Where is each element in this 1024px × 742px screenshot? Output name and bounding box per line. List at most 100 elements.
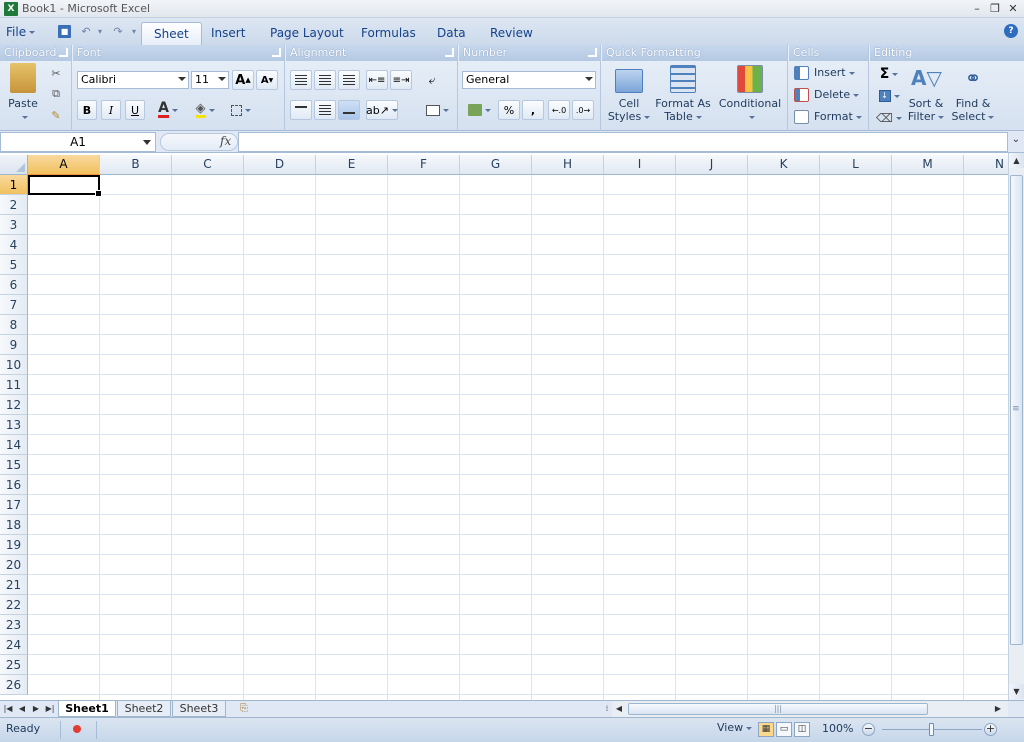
decrease-indent-button[interactable]: ⇤≡ — [366, 70, 388, 90]
active-cell[interactable] — [28, 175, 102, 197]
worksheet-grid[interactable]: ABCDEFGHIJKLMN 1 2 3 4 5 6 7 8 9 10 11 12 13 14 15 16 17… — [0, 155, 1008, 700]
align-top-button[interactable] — [290, 100, 312, 120]
tab-review[interactable]: Review — [478, 22, 545, 45]
font-name-select[interactable]: Calibri — [77, 71, 189, 89]
dialog-launcher-icon[interactable] — [272, 48, 281, 57]
increase-decimal-button[interactable]: ←.0 — [548, 100, 570, 120]
dialog-launcher-icon[interactable] — [59, 48, 68, 57]
column-header[interactable]: L — [820, 155, 892, 175]
row-header[interactable]: 16 — [0, 475, 28, 495]
sheet-tab-sheet2[interactable]: Sheet2 — [117, 701, 171, 717]
scroll-left-icon[interactable]: ◀ — [613, 702, 625, 716]
shrink-font-icon[interactable]: A ▼ — [256, 70, 278, 90]
format-cells-button[interactable]: Format — [792, 107, 862, 127]
align-bottom-button[interactable] — [338, 100, 360, 120]
clear-button[interactable]: ⌫ — [874, 108, 904, 128]
redo-icon[interactable]: ↷ — [110, 24, 126, 40]
conditional-formatting-button[interactable]: Conditional — [715, 63, 785, 123]
row-header[interactable]: 15 — [0, 455, 28, 475]
next-sheet-icon[interactable]: ▶ — [30, 702, 42, 716]
row-header[interactable]: 21 — [0, 575, 28, 595]
close-button[interactable]: ✕ — [1004, 1, 1022, 16]
restore-button[interactable]: ❐ — [986, 1, 1004, 16]
bold-button[interactable]: B — [77, 100, 97, 120]
column-header[interactable]: M — [892, 155, 964, 175]
excel-icon[interactable]: X — [4, 2, 18, 16]
zoom-out-icon[interactable]: − — [862, 723, 875, 736]
row-header[interactable]: 5 — [0, 255, 28, 275]
row-header[interactable]: 4 — [0, 235, 28, 255]
column-header[interactable]: N — [964, 155, 1008, 175]
borders-button[interactable] — [225, 100, 257, 120]
normal-view-icon[interactable]: ▦ — [758, 722, 774, 737]
dialog-launcher-icon[interactable] — [445, 48, 454, 57]
tab-sheet[interactable]: Sheet — [141, 22, 202, 45]
row-header[interactable]: 25 — [0, 655, 28, 675]
column-header[interactable]: G — [460, 155, 532, 175]
find-select-button[interactable]: ⚭ Find & Select — [950, 63, 996, 123]
save-icon[interactable]: ■ — [58, 25, 71, 38]
row-header[interactable]: 9 — [0, 335, 28, 355]
page-layout-view-icon[interactable]: ▭ — [776, 722, 792, 737]
merge-cells-button[interactable] — [422, 100, 452, 120]
cell-styles-button[interactable]: Cell Styles — [606, 63, 652, 123]
align-center-button[interactable] — [314, 70, 336, 90]
tab-insert[interactable]: Insert — [199, 22, 257, 45]
sort-filter-button[interactable]: A▽ Sort & Filter — [906, 63, 946, 123]
row-header[interactable]: 10 — [0, 355, 28, 375]
scroll-down-icon[interactable]: ▼ — [1009, 684, 1024, 699]
scroll-right-icon[interactable]: ▶ — [992, 702, 1004, 716]
column-header[interactable]: F — [388, 155, 460, 175]
row-header[interactable]: 22 — [0, 595, 28, 615]
row-header[interactable]: 6 — [0, 275, 28, 295]
tab-page-layout[interactable]: Page Layout — [258, 22, 356, 45]
zoom-slider-thumb[interactable] — [929, 723, 934, 736]
insert-cells-button[interactable]: Insert — [792, 63, 855, 83]
fill-color-button[interactable]: ◈ — [188, 100, 222, 120]
column-header[interactable]: I — [604, 155, 676, 175]
scroll-up-icon[interactable]: ▲ — [1009, 153, 1024, 168]
percent-button[interactable]: % — [498, 100, 520, 120]
decrease-decimal-button[interactable]: .0→ — [572, 100, 594, 120]
sheet-tab-sheet1[interactable]: Sheet1 — [58, 701, 116, 717]
row-header[interactable]: 18 — [0, 515, 28, 535]
row-header[interactable]: 7 — [0, 295, 28, 315]
row-header[interactable]: 11 — [0, 375, 28, 395]
tab-formulas[interactable]: Formulas — [349, 22, 428, 45]
align-left-button[interactable] — [290, 70, 312, 90]
horizontal-scrollbar[interactable]: ◀ ||| ▶ — [612, 701, 1008, 717]
column-header[interactable]: A — [28, 155, 100, 175]
tab-data[interactable]: Data — [425, 22, 478, 45]
file-menu[interactable]: File — [2, 22, 39, 42]
first-sheet-icon[interactable]: |◀ — [2, 702, 14, 716]
row-header[interactable]: 17 — [0, 495, 28, 515]
cell-area[interactable] — [28, 175, 1008, 700]
orientation-button[interactable]: ab↗ — [366, 100, 398, 120]
font-color-button[interactable]: A — [151, 100, 185, 120]
accounting-format-button[interactable] — [462, 100, 496, 120]
expand-formula-bar-icon[interactable]: ⌄ — [1010, 134, 1022, 150]
row-header[interactable]: 26 — [0, 675, 28, 695]
column-header[interactable]: B — [100, 155, 172, 175]
horizontal-scroll-thumb[interactable]: ||| — [628, 703, 928, 715]
fill-button[interactable]: ↓ — [874, 86, 904, 106]
format-painter-icon[interactable]: ✎ — [48, 107, 64, 123]
delete-cells-button[interactable]: Delete — [792, 85, 860, 105]
number-format-select[interactable]: General — [462, 71, 596, 89]
grow-font-icon[interactable]: A ▲ — [232, 70, 254, 90]
undo-dropdown-icon[interactable]: ▾ — [92, 24, 108, 40]
copy-icon[interactable]: ⧉ — [48, 86, 64, 102]
increase-indent-button[interactable]: ≡⇥ — [390, 70, 412, 90]
autosum-button[interactable]: Σ — [874, 64, 904, 84]
row-header[interactable]: 12 — [0, 395, 28, 415]
column-header[interactable]: J — [676, 155, 748, 175]
zoom-in-icon[interactable]: + — [984, 723, 997, 736]
row-header[interactable]: 1 — [0, 175, 28, 195]
format-as-table-button[interactable]: Format As Table — [654, 63, 712, 123]
minimize-button[interactable]: – — [968, 1, 986, 16]
insert-function-icon[interactable]: fx — [220, 134, 231, 148]
dialog-launcher-icon[interactable] — [588, 48, 597, 57]
underline-button[interactable]: U — [125, 100, 145, 120]
column-header[interactable]: H — [532, 155, 604, 175]
name-box[interactable]: A1 — [0, 132, 156, 152]
